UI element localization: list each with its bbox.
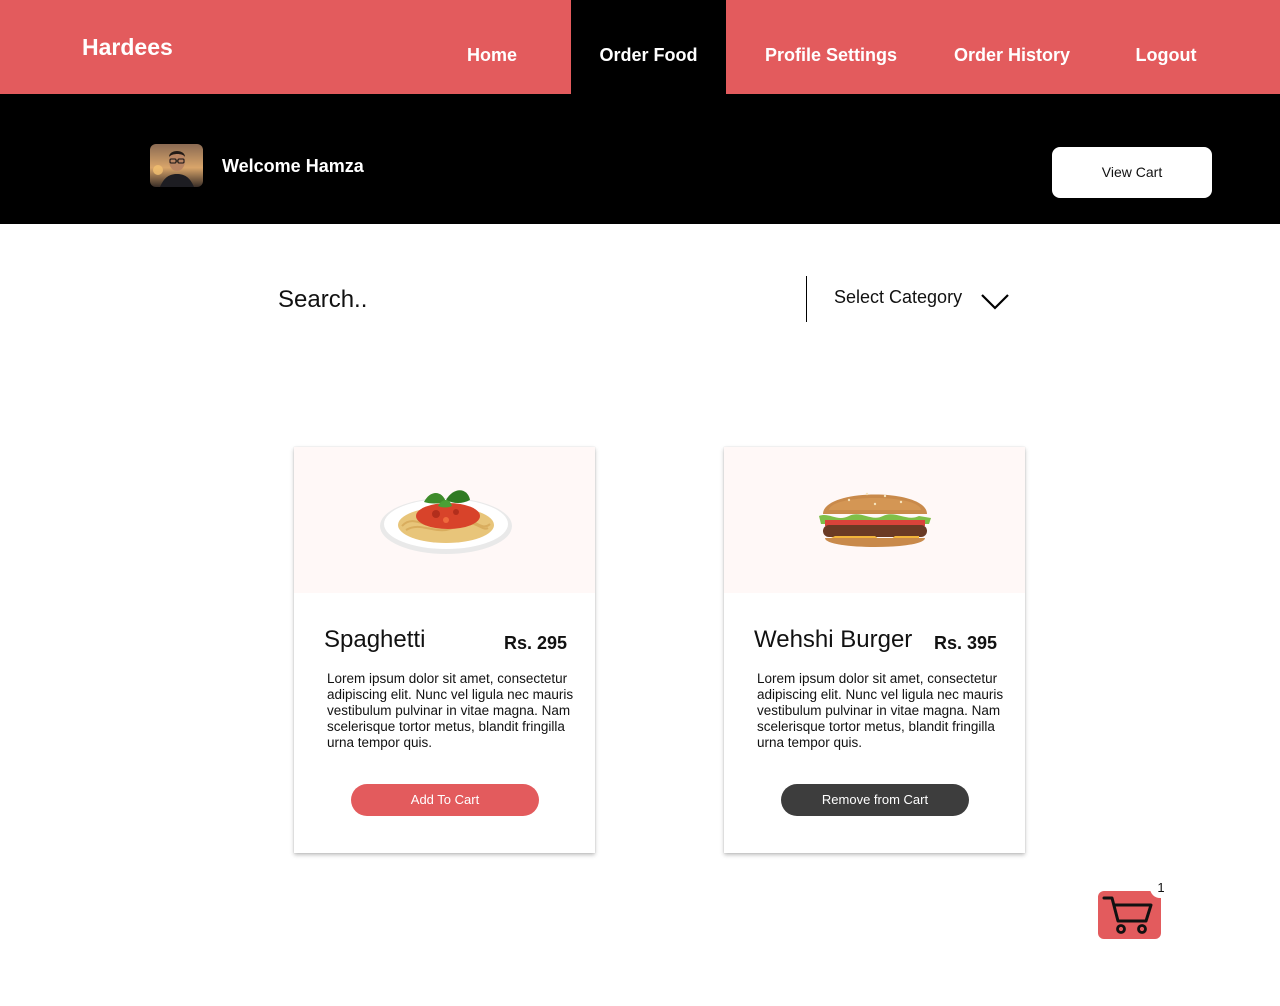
top-navbar: Hardees Home Order Food Profile Settings… — [0, 0, 1280, 94]
search-divider — [806, 276, 807, 322]
view-cart-button[interactable]: View Cart — [1052, 147, 1212, 198]
add-to-cart-button[interactable]: Add To Cart — [351, 784, 539, 816]
nav-logout[interactable]: Logout — [1118, 0, 1214, 94]
brand-logo[interactable]: Hardees — [82, 34, 173, 61]
avatar[interactable] — [150, 144, 203, 187]
search-input[interactable] — [278, 280, 778, 320]
product-card: Wehshi Burger Rs. 395 Lorem ipsum dolor … — [724, 447, 1025, 853]
product-price: Rs. 295 — [503, 633, 567, 653]
nav-order-food[interactable]: Order Food — [571, 0, 726, 94]
cart-count-badge: 1 — [1150, 878, 1172, 898]
nav-profile-settings[interactable]: Profile Settings — [752, 0, 910, 94]
product-description: Lorem ipsum dolor sit amet, consectetur … — [757, 671, 1004, 750]
shopping-cart-icon — [1102, 896, 1153, 934]
welcome-bar: Welcome Hamza View Cart — [0, 94, 1280, 224]
product-image-burger — [724, 447, 1025, 593]
nav-home[interactable]: Home — [432, 0, 552, 94]
floating-cart-button[interactable] — [1098, 891, 1161, 939]
product-description: Lorem ipsum dolor sit amet, consectetur … — [327, 671, 574, 750]
product-name: Wehshi Burger — [754, 626, 913, 653]
product-card: Spaghetti Rs. 295 Lorem ipsum dolor sit … — [294, 447, 595, 853]
remove-from-cart-button[interactable]: Remove from Cart — [781, 784, 969, 816]
category-select[interactable]: Select Category — [834, 287, 962, 308]
chevron-down-icon[interactable] — [979, 292, 1011, 312]
product-image-spaghetti — [294, 447, 595, 593]
nav-order-history[interactable]: Order History — [940, 0, 1084, 94]
welcome-message: Welcome Hamza — [222, 156, 364, 176]
product-name: Spaghetti — [324, 626, 426, 653]
product-price: Rs. 395 — [933, 633, 997, 653]
